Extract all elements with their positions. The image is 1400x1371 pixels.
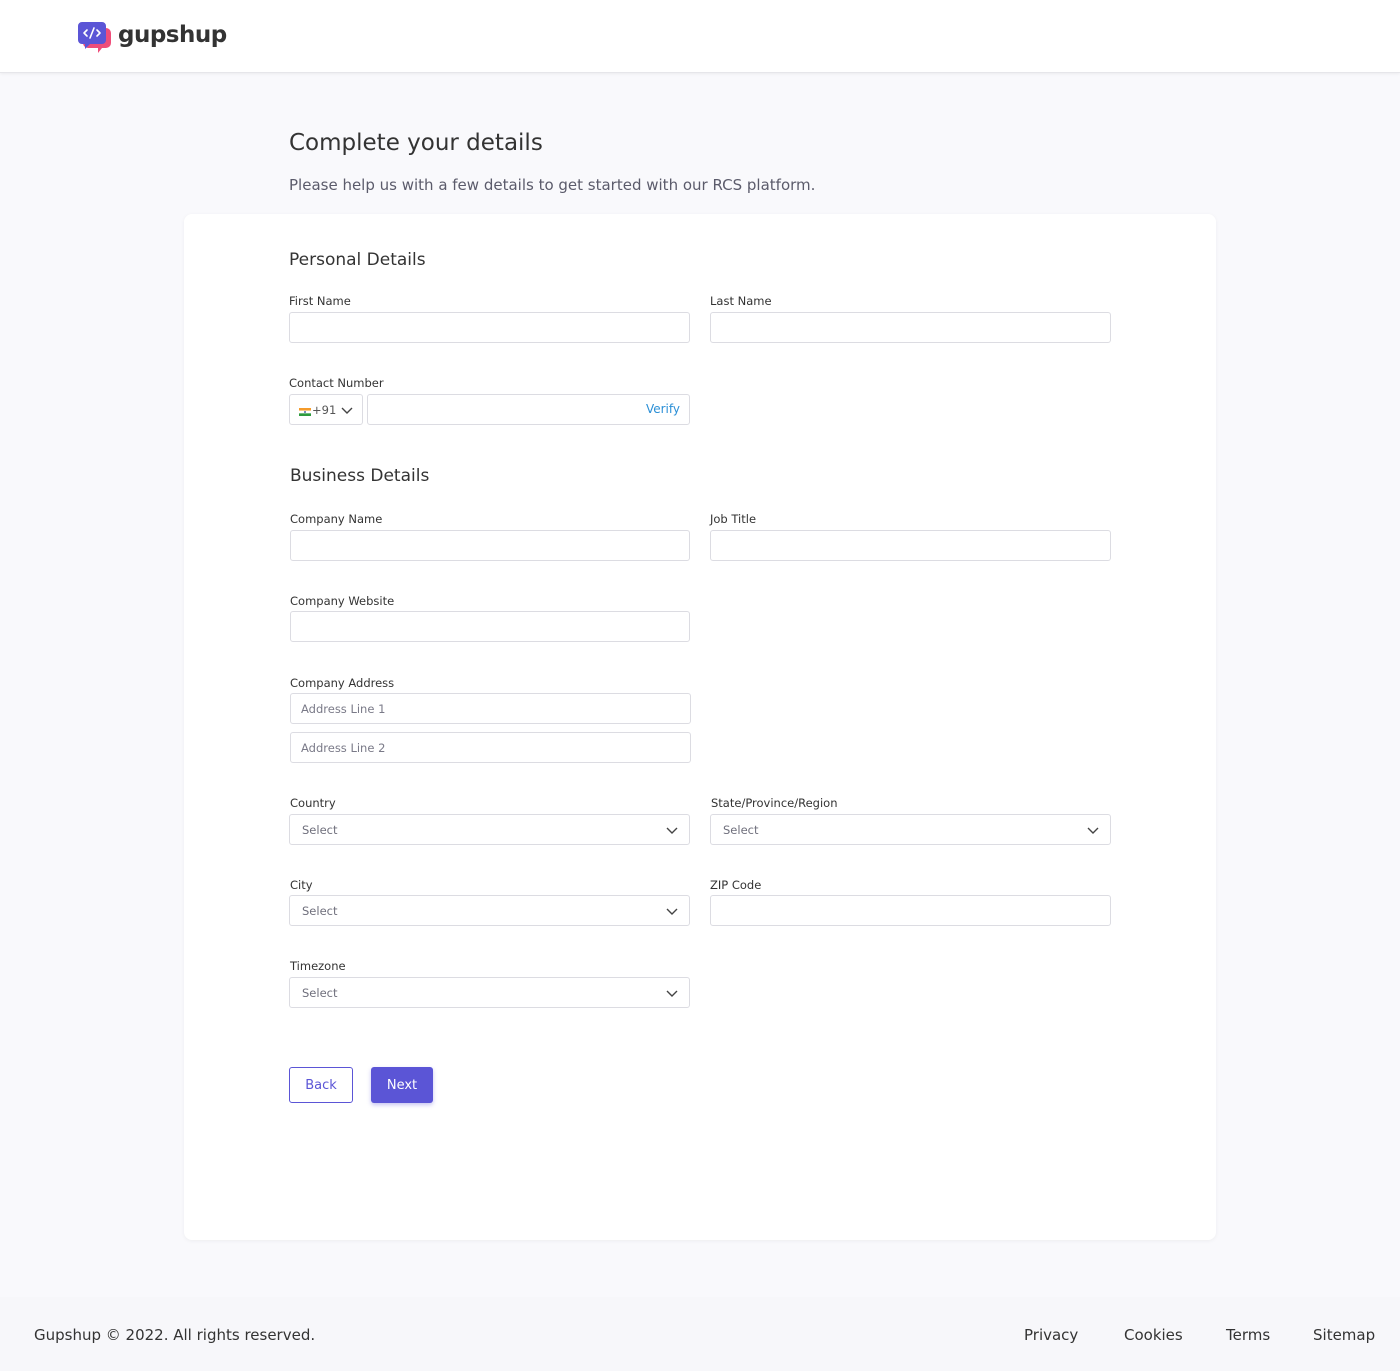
zip-code-label: ZIP Code (710, 878, 762, 892)
company-name-label: Company Name (290, 512, 383, 526)
last-name-label: Last Name (710, 294, 772, 308)
timezone-select-value: Select (302, 985, 338, 1000)
chevron-down-icon (1086, 823, 1100, 837)
state-select[interactable]: Select (710, 814, 1111, 845)
footer-link-sitemap[interactable]: Sitemap (1313, 1326, 1375, 1344)
contact-number-input[interactable]: Verify (367, 394, 690, 425)
back-button[interactable]: Back (289, 1067, 353, 1103)
address-line1-input[interactable]: Address Line 1 (290, 693, 691, 724)
chevron-down-icon (665, 823, 679, 837)
chevron-down-icon (340, 403, 354, 420)
page-title: Complete your details (289, 130, 543, 156)
zip-code-input[interactable] (710, 895, 1111, 926)
timezone-label: Timezone (290, 959, 346, 973)
city-select-value: Select (302, 903, 338, 918)
timezone-select[interactable]: Select (289, 977, 690, 1008)
city-label: City (290, 878, 313, 892)
top-header: gupshup (0, 0, 1400, 73)
personal-details-title: Personal Details (289, 250, 426, 270)
city-select[interactable]: Select (289, 895, 690, 926)
footer-link-terms[interactable]: Terms (1226, 1326, 1270, 1344)
company-website-input[interactable] (290, 611, 690, 642)
address-line2-placeholder: Address Line 2 (301, 740, 386, 755)
company-website-label: Company Website (290, 594, 395, 608)
gupshup-logo[interactable]: gupshup (78, 20, 227, 54)
chevron-down-icon (665, 986, 679, 1000)
country-select[interactable]: Select (289, 814, 690, 845)
verify-link[interactable]: Verify (646, 402, 680, 416)
address-line2-input[interactable]: Address Line 2 (290, 732, 691, 763)
business-details-title: Business Details (290, 466, 430, 486)
page-subtitle: Please help us with a few details to get… (289, 176, 816, 194)
country-code-value: +91 (312, 402, 337, 417)
company-name-input[interactable] (290, 530, 690, 561)
job-title-label: Job Title (710, 512, 757, 526)
job-title-input[interactable] (710, 530, 1111, 561)
first-name-label: First Name (289, 294, 351, 308)
country-code-select[interactable]: +91 (289, 394, 363, 425)
state-label: State/Province/Region (711, 796, 838, 810)
first-name-input[interactable] (289, 312, 690, 343)
country-label: Country (290, 796, 336, 810)
address-line1-placeholder: Address Line 1 (301, 701, 386, 716)
brand-name: gupshup (118, 22, 227, 48)
country-select-value: Select (302, 822, 338, 837)
last-name-input[interactable] (710, 312, 1111, 343)
footer-link-cookies[interactable]: Cookies (1124, 1326, 1183, 1344)
next-button[interactable]: Next (371, 1067, 433, 1103)
company-address-label: Company Address (290, 676, 395, 690)
chat-bubble-code-icon (78, 20, 112, 54)
india-flag-icon (299, 405, 311, 416)
state-select-value: Select (723, 822, 759, 837)
chevron-down-icon (665, 904, 679, 918)
footer-copyright: Gupshup © 2022. All rights reserved. (34, 1326, 316, 1344)
footer-link-privacy[interactable]: Privacy (1024, 1326, 1078, 1344)
contact-number-label: Contact Number (289, 376, 384, 390)
